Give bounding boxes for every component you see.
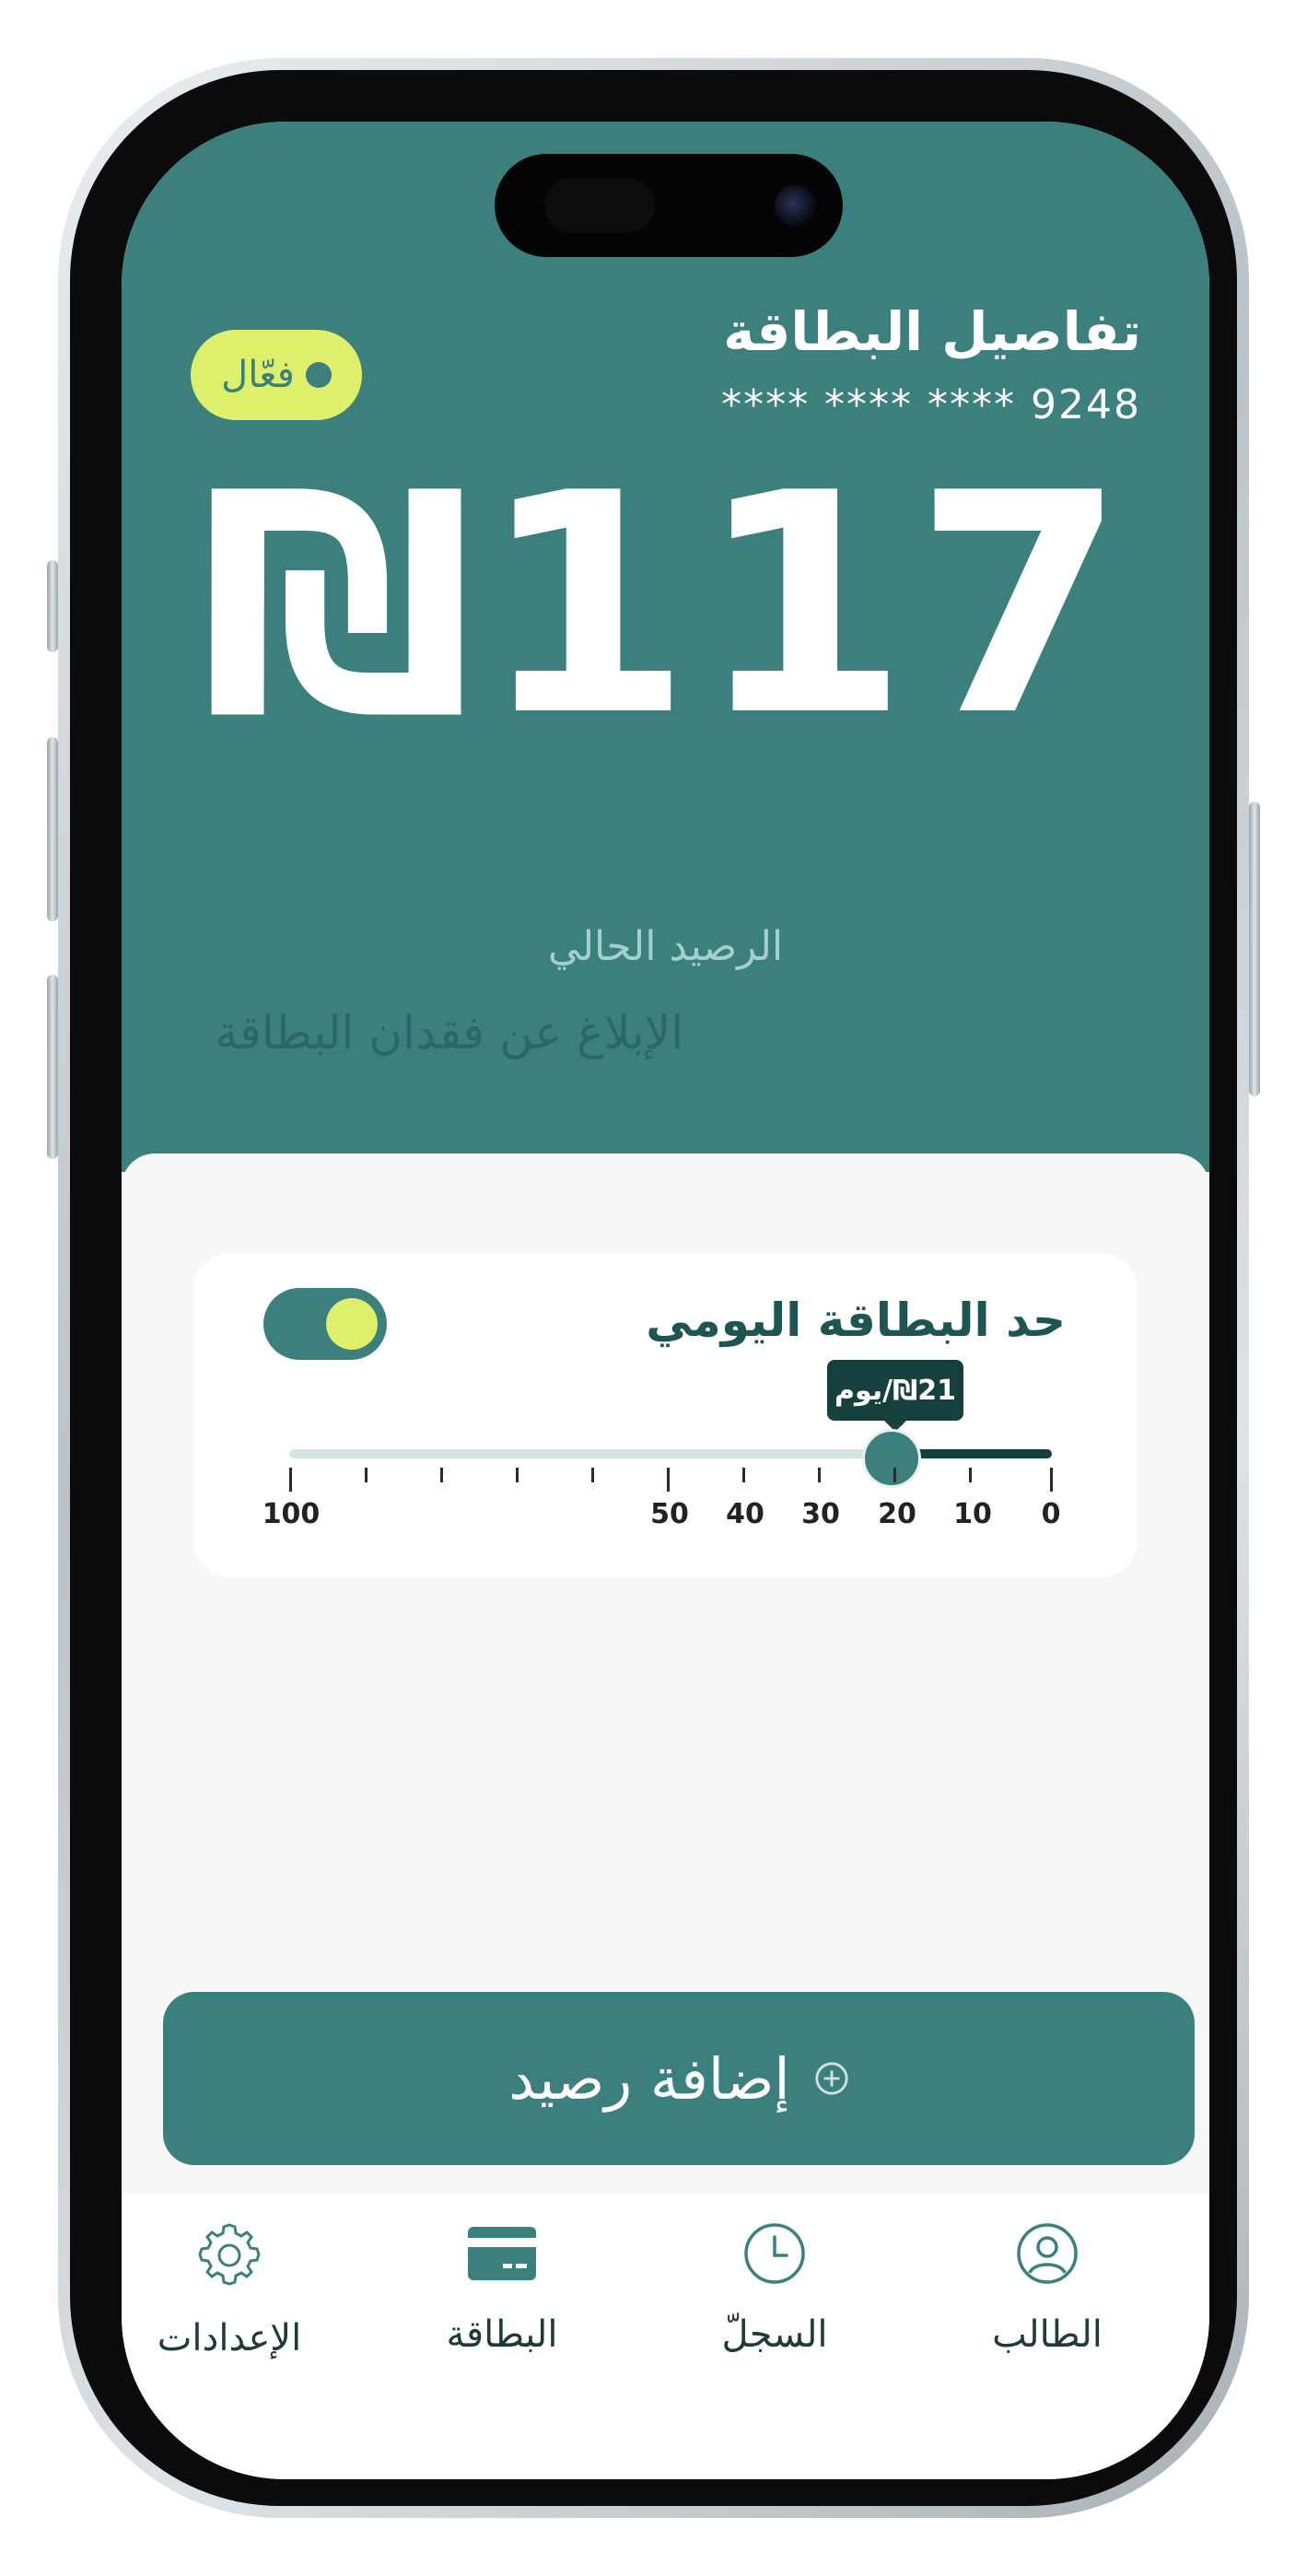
phone-frame: تفاصيل البطاقة **** **** **** 9248 فعّال… [58, 58, 1249, 2518]
card-header-panel: تفاصيل البطاقة **** **** **** 9248 فعّال… [122, 122, 1209, 1172]
scale-tick [969, 1468, 972, 1482]
add-balance-label: إضافة رصيد [508, 2044, 790, 2113]
scale-label: 20 [878, 1498, 916, 1530]
nav-label: الإعدادات [157, 2317, 302, 2359]
scale-tick [591, 1468, 594, 1482]
nav-label: السجلّ [721, 2313, 828, 2356]
scale-label: 100 [262, 1498, 321, 1530]
status-label: فعّال [221, 354, 295, 396]
nav-item-history[interactable]: السجلّ [673, 2221, 876, 2356]
scale-tick [289, 1468, 292, 1492]
nav-label: الطالب [992, 2313, 1103, 2356]
dynamic-island [495, 154, 843, 257]
card-icon [468, 2227, 536, 2280]
volume-up-button [47, 737, 58, 921]
phone-bezel: تفاصيل البطاقة **** **** **** 9248 فعّال… [70, 70, 1237, 2506]
balance-amount: ₪117 [199, 428, 1132, 782]
clock-icon [744, 2223, 805, 2284]
scale-label: 30 [801, 1498, 840, 1530]
scale-tick [893, 1468, 896, 1482]
scale-label: 40 [726, 1498, 764, 1530]
report-lost-link[interactable]: الإبلاغ عن فقدان البطاقة [215, 1006, 683, 1060]
scale-label: 50 [650, 1498, 689, 1530]
power-button [1249, 802, 1260, 1096]
limit-slider-thumb[interactable] [861, 1429, 921, 1488]
action-button [47, 560, 58, 652]
daily-limit-card: حد البطاقة اليومي ₪21/يوم 0 10 20 30 40 … [193, 1253, 1138, 1577]
page-title: تفاصيل البطاقة [723, 300, 1141, 363]
scale-tick [365, 1468, 368, 1482]
nav-label: البطاقة [446, 2313, 558, 2356]
daily-limit-title: حد البطاقة اليومي [646, 1294, 1066, 1347]
limit-value-tooltip: ₪21/يوم [827, 1360, 963, 1432]
toggle-knob [326, 1298, 378, 1350]
scale-tick [667, 1468, 670, 1492]
plus-circle-icon [815, 2062, 848, 2095]
scale-label: 10 [953, 1498, 992, 1530]
status-badge: فعّال [191, 330, 362, 420]
camera-icon [775, 185, 815, 226]
scale-tick [742, 1468, 745, 1482]
scale-tick [818, 1468, 821, 1482]
scale-tick [1050, 1468, 1053, 1492]
bottom-nav: الطالب السجلّ البطاقة الإعدادات [122, 2194, 1209, 2479]
card-number: **** **** **** 9248 [721, 381, 1141, 428]
status-dot-icon [305, 362, 332, 388]
scale-tick [440, 1468, 443, 1482]
screen: تفاصيل البطاقة **** **** **** 9248 فعّال… [122, 122, 1209, 2479]
add-balance-button[interactable]: إضافة رصيد [163, 1992, 1195, 2165]
nav-item-student[interactable]: الطالب [946, 2221, 1149, 2356]
scale-label: 0 [1041, 1498, 1061, 1530]
user-icon [1017, 2223, 1078, 2284]
limit-slider-track[interactable] [289, 1449, 1052, 1458]
nav-item-settings[interactable]: الإعدادات [128, 2221, 331, 2359]
sensor [544, 178, 655, 233]
nav-item-card[interactable]: البطاقة [401, 2221, 603, 2356]
scale-tick [516, 1468, 519, 1482]
gear-icon [198, 2223, 261, 2286]
volume-down-button [47, 975, 58, 1159]
daily-limit-toggle[interactable] [263, 1288, 387, 1360]
balance-label: الرصيد الحالي [547, 923, 784, 970]
